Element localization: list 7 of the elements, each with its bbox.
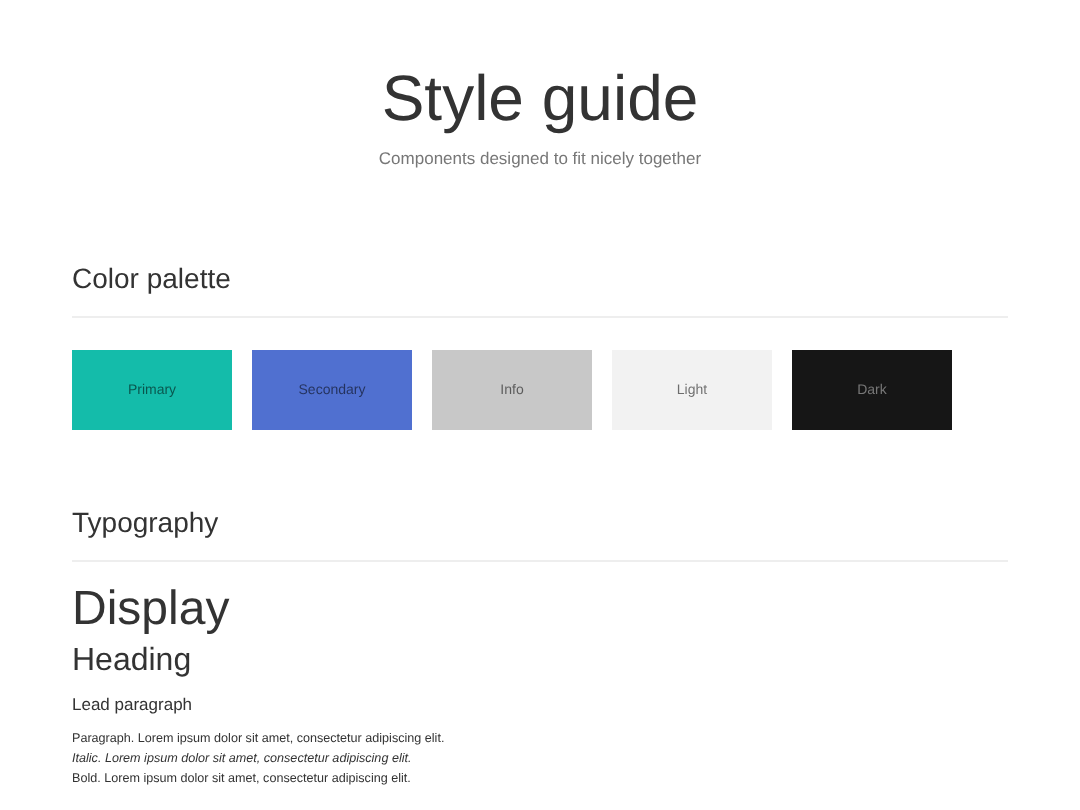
page-subtitle: Components designed to fit nicely together	[376, 148, 704, 168]
section-heading: Typography	[72, 504, 1008, 562]
heading-text: Heading	[72, 642, 194, 682]
lead-paragraph: Lead paragraph	[72, 692, 195, 716]
section-heading: Color palette	[72, 260, 1008, 318]
display-text: Display	[72, 582, 232, 638]
page-title: Style guide	[379, 60, 701, 136]
